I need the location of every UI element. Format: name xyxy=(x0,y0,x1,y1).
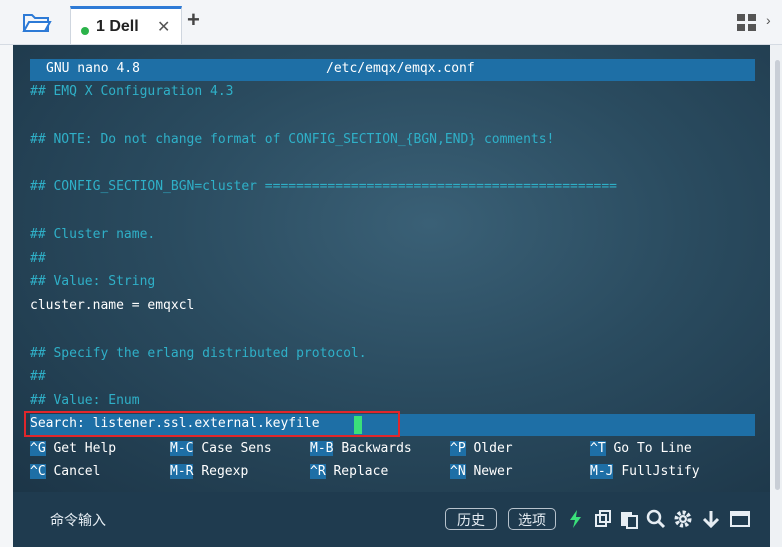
text-line: ## Specify the erlang distributed protoc… xyxy=(30,346,367,361)
add-tab-button[interactable]: + xyxy=(187,9,200,31)
highlight-box xyxy=(24,411,400,437)
shortcut-get-help: ^G Get Help xyxy=(30,440,116,458)
text-line: ## Value: Enum xyxy=(30,393,140,408)
shortcut-label: Cancel xyxy=(53,464,101,479)
command-bar: 命令输入 历史 选项 xyxy=(13,492,770,547)
shortcut-replace: ^R Replace xyxy=(310,463,388,481)
options-button[interactable]: 选项 xyxy=(508,508,556,530)
shortcut-key: ^C xyxy=(30,464,46,479)
side-panel-edge xyxy=(0,45,14,547)
shortcut-backwards: M-B Backwards xyxy=(310,440,412,458)
nano-version: GNU nano 4.8 xyxy=(46,61,140,76)
text-line: ## xyxy=(30,251,46,266)
nano-title-bar: GNU nano 4.8 /etc/emqx/emqx.conf xyxy=(30,59,755,81)
text-line: ## NOTE: Do not change format of CONFIG_… xyxy=(30,132,555,147)
shortcut-key: ^N xyxy=(450,464,466,479)
shortcut-newer: ^N Newer xyxy=(450,463,513,481)
shortcut-older: ^P Older xyxy=(450,440,513,458)
shortcut-label: Replace xyxy=(333,464,389,479)
text-line: ## xyxy=(30,369,46,384)
shortcut-key: M-C xyxy=(170,441,194,456)
shortcut-label: FullJstify xyxy=(621,464,700,479)
text-line: cluster.name = emqxcl xyxy=(30,298,195,313)
shortcut-case-sens: M-C Case Sens xyxy=(170,440,272,458)
gear-icon[interactable] xyxy=(673,509,693,529)
window-icon[interactable] xyxy=(729,509,750,529)
shortcut-fulljustify: M-J FullJstify xyxy=(590,463,700,481)
terminal[interactable]: GNU nano 4.8 /etc/emqx/emqx.conf ## EMQ … xyxy=(13,45,770,492)
shortcut-label: Older xyxy=(473,441,513,456)
shortcut-key: ^T xyxy=(590,441,606,456)
copy-icon[interactable] xyxy=(593,509,613,529)
shortcut-key: M-B xyxy=(310,441,334,456)
chevron-right-icon[interactable]: › xyxy=(766,12,771,28)
shortcut-label: Get Help xyxy=(53,441,117,456)
scrollbar-thumb[interactable] xyxy=(775,60,780,490)
shortcut-label: Regexp xyxy=(201,464,249,479)
shortcut-label: Backwards xyxy=(341,441,412,456)
tab-bar: 1 Dell ✕ + › xyxy=(0,0,782,45)
shortcut-key: M-J xyxy=(590,464,614,479)
shortcut-key: ^P xyxy=(450,441,466,456)
shortcut-label: Go To Line xyxy=(613,441,692,456)
connection-status-icon xyxy=(81,27,89,35)
search-icon[interactable] xyxy=(646,509,666,529)
shortcut-label: Case Sens xyxy=(201,441,272,456)
shortcut-key: ^G xyxy=(30,441,46,456)
file-path: /etc/emqx/emqx.conf xyxy=(326,61,475,76)
grid-icon[interactable] xyxy=(737,14,757,32)
shortcut-cancel: ^C Cancel xyxy=(30,463,100,481)
shortcut-key: ^R xyxy=(310,464,326,479)
shortcut-key: M-R xyxy=(170,464,194,479)
shortcut-regexp: M-R Regexp xyxy=(170,463,248,481)
command-input[interactable]: 命令输入 xyxy=(50,510,106,530)
text-line: ## EMQ X Configuration 4.3 xyxy=(30,84,234,99)
shortcut-go-to-line: ^T Go To Line xyxy=(590,440,692,458)
folder-open-icon[interactable] xyxy=(22,11,52,33)
text-line: ## Cluster name. xyxy=(30,227,156,242)
download-icon[interactable] xyxy=(701,509,721,529)
history-button[interactable]: 历史 xyxy=(445,508,497,530)
shortcut-label: Newer xyxy=(473,464,513,479)
text-line: ## Value: String xyxy=(30,274,156,289)
close-icon[interactable]: ✕ xyxy=(157,17,170,37)
text-line: ## CONFIG_SECTION_BGN=cluster ==========… xyxy=(30,179,617,194)
tab-label: 1 Dell xyxy=(96,18,139,35)
paste-icon[interactable] xyxy=(619,509,639,529)
lightning-icon[interactable] xyxy=(566,509,586,529)
tab-dell[interactable]: 1 Dell ✕ xyxy=(70,6,182,44)
